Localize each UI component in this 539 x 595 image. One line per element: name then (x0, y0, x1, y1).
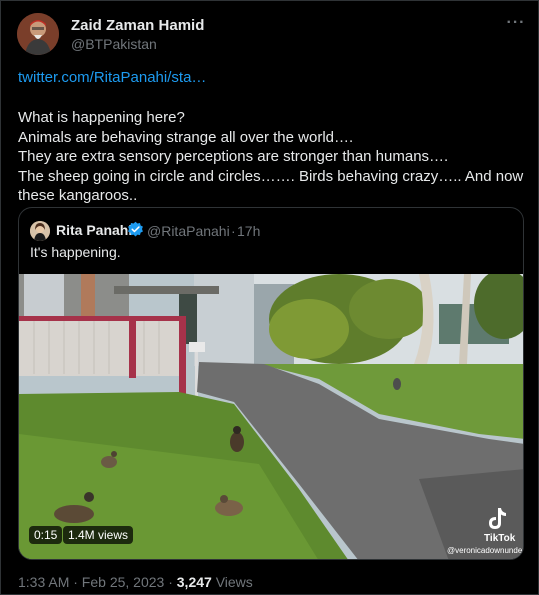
tweet-card: Zaid Zaman Hamid @BTPakistan ··· twitter… (0, 0, 539, 595)
tweet-timestamp[interactable]: 1:33 AM · Feb 25, 2023 · (18, 574, 177, 590)
quote-author-name[interactable]: Rita Panahi (56, 222, 132, 238)
tweet-text-line: What is happening here? (18, 109, 185, 126)
quote-separator: · (231, 223, 236, 239)
tweet-text-line: The sheep going in circle and circles…….… (18, 167, 524, 185)
tweet-views-label: Views (211, 574, 253, 590)
tweet-text: What is happening here? Animals are beha… (18, 108, 530, 206)
quote-text: It's happening. (30, 244, 121, 260)
quote-author-handle[interactable]: @RitaPanahi (147, 223, 230, 239)
tweet-text-line: Animals are behaving strange all over th… (18, 128, 354, 146)
quoted-tweet[interactable]: Rita Panahi @RitaPanahi · 17h It's happe… (18, 207, 524, 560)
tweet-text-line: They are extra sensory perceptions are s… (18, 148, 449, 165)
tiktok-watermark-user: @veronicadownunder (447, 546, 524, 555)
tweet-meta: 1:33 AM · Feb 25, 2023 · 3,247 Views (18, 574, 253, 590)
quoted-link[interactable]: twitter.com/RitaPanahi/sta… (18, 69, 206, 86)
video-elapsed-time: 0:15 (29, 526, 63, 544)
author-handle[interactable]: @BTPakistan (71, 36, 157, 52)
quote-time[interactable]: 17h (237, 223, 260, 239)
video-view-count: 1.4M views (63, 526, 134, 544)
tiktok-watermark-label: TikTok (484, 533, 516, 544)
more-horizontal-icon[interactable]: ··· (506, 13, 526, 33)
author-avatar[interactable] (17, 13, 59, 55)
video-frame (19, 274, 523, 559)
quote-author-avatar[interactable] (30, 221, 50, 241)
tweet-view-count: 3,247 (176, 574, 212, 590)
verified-badge-icon (127, 221, 144, 238)
author-name[interactable]: Zaid Zaman Hamid (71, 17, 204, 34)
tweet-text-line: these kangaroos.. (18, 187, 138, 204)
video-player[interactable]: 0:15 1.4M views TikTok @veronicadownunde… (19, 274, 524, 559)
tiktok-logo-icon (485, 506, 515, 532)
